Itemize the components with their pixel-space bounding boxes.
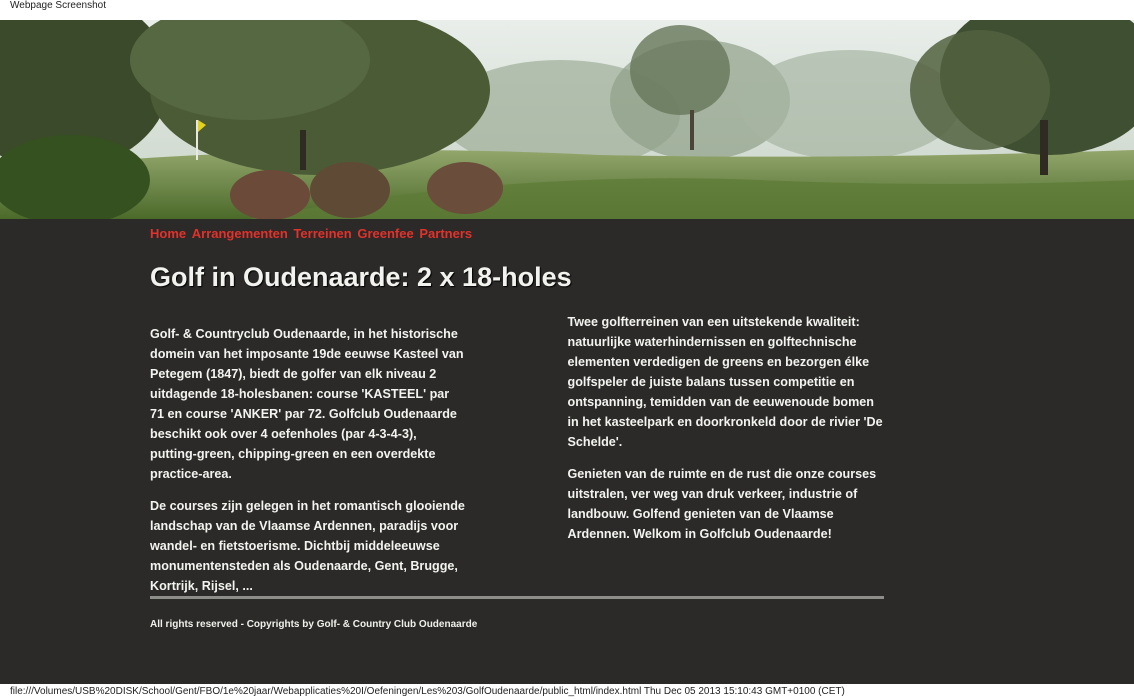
footer-divider [150, 596, 884, 599]
footer-copyright: All rights reserved - Copyrights by Golf… [150, 619, 478, 630]
nav-link-terreinen[interactable]: Terreinen [293, 226, 351, 241]
paragraph-location: De courses zijn gelegen in het romantisc… [150, 499, 465, 593]
paragraph-intro: Golf- & Countryclub Oudenaarde, in het h… [150, 327, 464, 481]
page: Home Arrangementen Terreinen Greenfee Pa… [0, 20, 1134, 684]
header-banner-image [0, 20, 1134, 219]
nav-link-home[interactable]: Home [150, 226, 186, 241]
page-title: Golf in Oudenaarde: 2 x 18-holes [150, 262, 572, 292]
paragraph-quality: Twee golfterreinen van een uitstekende k… [567, 315, 883, 449]
golf-course-landscape-image [0, 20, 1134, 219]
nav-link-greenfee[interactable]: Greenfee [357, 226, 413, 241]
file-path-status: file:///Volumes/USB%20DISK/School/Gent/F… [10, 686, 845, 697]
paragraph-welcome: Genieten van de ruimte en de rust die on… [567, 467, 877, 541]
main-navigation: Home Arrangementen Terreinen Greenfee Pa… [150, 226, 474, 242]
nav-link-partners[interactable]: Partners [419, 226, 472, 241]
nav-link-arrangementen[interactable]: Arrangementen [192, 226, 288, 241]
screenshot-label: Webpage Screenshot [10, 0, 106, 11]
intro-text: Golf- & Countryclub Oudenaarde, in het h… [150, 312, 884, 596]
